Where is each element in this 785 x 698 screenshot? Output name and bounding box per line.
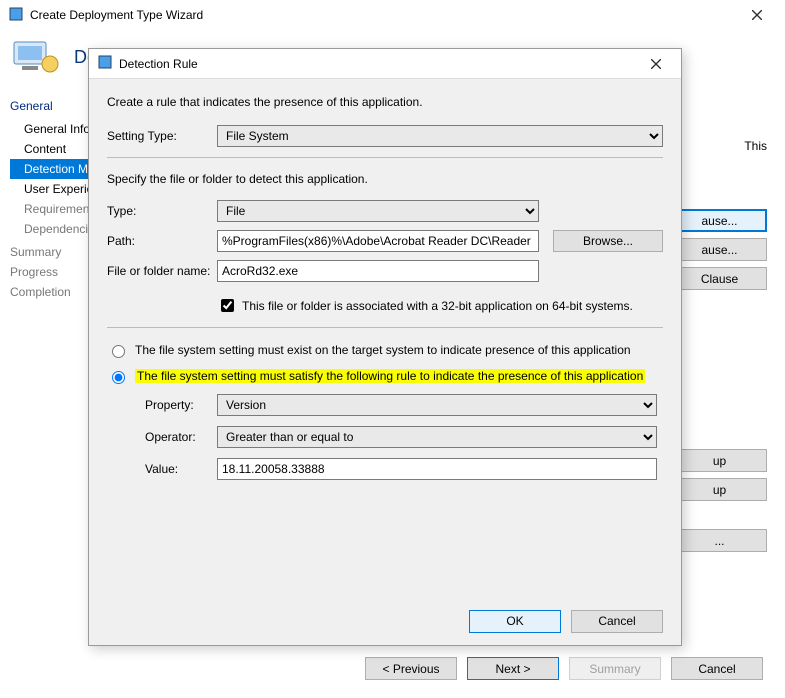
value-row: Value: bbox=[145, 458, 663, 480]
next-button[interactable]: Next > bbox=[467, 657, 559, 680]
path-row: Path: Browse... bbox=[107, 230, 663, 252]
close-icon[interactable] bbox=[737, 1, 777, 29]
divider-1 bbox=[107, 157, 663, 158]
operator-label: Operator: bbox=[145, 430, 217, 444]
filename-input[interactable] bbox=[217, 260, 539, 282]
radio-exist[interactable] bbox=[112, 345, 125, 358]
right-button-column-2: up up bbox=[672, 449, 767, 501]
dialog-titlebar: Detection Rule bbox=[89, 49, 681, 79]
type-row: Type: File bbox=[107, 200, 663, 222]
right-button-column: ause... ause... Clause bbox=[672, 209, 767, 290]
property-select[interactable]: Version bbox=[217, 394, 657, 416]
wizard-title: Create Deployment Type Wizard bbox=[30, 8, 737, 22]
dialog-body: Create a rule that indicates the presenc… bbox=[89, 79, 681, 597]
radio-exist-row: The file system setting must exist on th… bbox=[107, 342, 663, 358]
type-label: Type: bbox=[107, 204, 217, 218]
value-input[interactable] bbox=[217, 458, 657, 480]
add-clause-button-1[interactable]: ause... bbox=[672, 209, 767, 232]
right-this-label: This bbox=[744, 139, 767, 153]
ok-button[interactable]: OK bbox=[469, 610, 561, 633]
filename-label: File or folder name: bbox=[107, 264, 217, 278]
radio-rule[interactable] bbox=[112, 371, 125, 384]
divider-2 bbox=[107, 327, 663, 328]
type-select[interactable]: File bbox=[217, 200, 539, 222]
assoc32-label: This file or folder is associated with a… bbox=[242, 299, 633, 313]
ellipsis-button[interactable]: ... bbox=[672, 529, 767, 552]
dialog-footer: OK Cancel bbox=[89, 597, 681, 645]
path-input[interactable] bbox=[217, 230, 539, 252]
summary-button: Summary bbox=[569, 657, 661, 680]
wizard-window: Create Deployment Type Wizard De General… bbox=[0, 0, 785, 698]
specify-text: Specify the file or folder to detect thi… bbox=[107, 172, 663, 186]
path-label: Path: bbox=[107, 234, 217, 248]
filename-row: File or folder name: bbox=[107, 260, 663, 282]
dialog-cancel-button[interactable]: Cancel bbox=[571, 610, 663, 633]
setting-type-label: Setting Type: bbox=[107, 129, 217, 143]
up-button-1[interactable]: up bbox=[672, 449, 767, 472]
dialog-close-icon[interactable] bbox=[639, 53, 673, 75]
previous-button[interactable]: < Previous bbox=[365, 657, 457, 680]
radio-rule-label: The file system setting must satisfy the… bbox=[135, 369, 645, 383]
right-button-column-3: ... bbox=[672, 529, 767, 552]
radio-exist-label: The file system setting must exist on th… bbox=[135, 343, 631, 357]
browse-button[interactable]: Browse... bbox=[553, 230, 663, 252]
window-controls bbox=[737, 1, 777, 29]
operator-select[interactable]: Greater than or equal to bbox=[217, 426, 657, 448]
property-label: Property: bbox=[145, 398, 217, 412]
clause-button[interactable]: Clause bbox=[672, 267, 767, 290]
cancel-button[interactable]: Cancel bbox=[671, 657, 763, 680]
setting-type-row: Setting Type: File System bbox=[107, 125, 663, 147]
wizard-titlebar: Create Deployment Type Wizard bbox=[0, 0, 785, 30]
assoc32-row: This file or folder is associated with a… bbox=[217, 296, 663, 315]
value-label: Value: bbox=[145, 462, 217, 476]
deployment-icon bbox=[12, 36, 60, 79]
wizard-footer: < Previous Next > Summary Cancel bbox=[365, 657, 763, 680]
setting-type-select[interactable]: File System bbox=[217, 125, 663, 147]
assoc32-checkbox[interactable] bbox=[221, 299, 234, 312]
dialog-intro-text: Create a rule that indicates the presenc… bbox=[107, 95, 663, 109]
add-clause-button-2[interactable]: ause... bbox=[672, 238, 767, 261]
up-button-2[interactable]: up bbox=[672, 478, 767, 501]
detection-rule-dialog: Detection Rule Create a rule that indica… bbox=[88, 48, 682, 646]
wizard-app-icon bbox=[8, 6, 24, 25]
dialog-title: Detection Rule bbox=[119, 57, 639, 71]
operator-row: Operator: Greater than or equal to bbox=[145, 426, 663, 448]
dialog-app-icon bbox=[97, 54, 113, 73]
radio-rule-row: The file system setting must satisfy the… bbox=[107, 368, 663, 384]
property-row: Property: Version bbox=[145, 394, 663, 416]
